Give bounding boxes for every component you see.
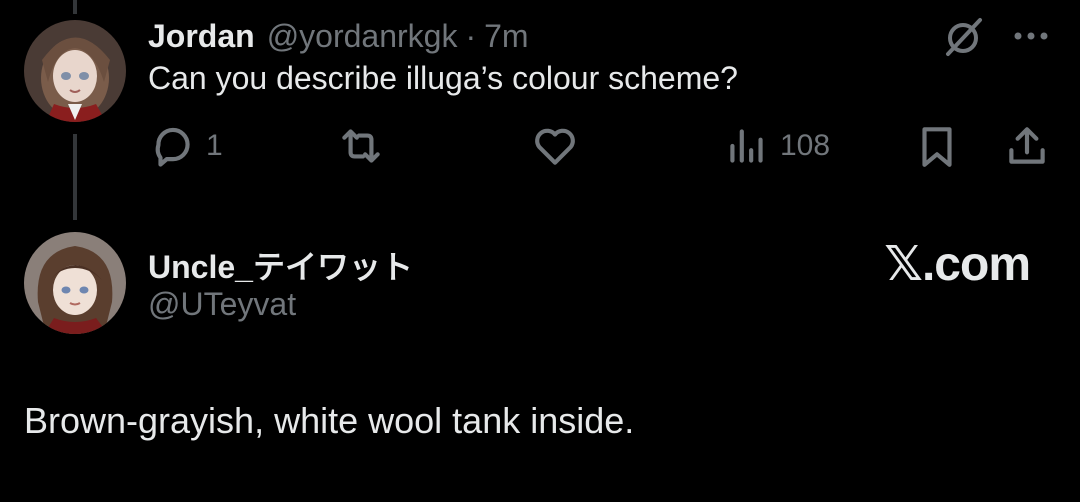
bookmark-icon	[922, 127, 952, 167]
share-icon	[1009, 127, 1045, 164]
repost-button[interactable]	[336, 120, 394, 172]
author-handle[interactable]: @UTeyvat	[148, 286, 296, 323]
tweet-1-text: Can you describe illuga’s colour scheme?	[148, 60, 738, 96]
avatar-image	[24, 232, 126, 334]
separator-dot: ·	[465, 17, 477, 54]
like-button[interactable]	[530, 120, 588, 172]
views-count: 108	[780, 129, 831, 162]
timestamp[interactable]: 7m	[484, 18, 528, 55]
thread-line-top	[73, 0, 77, 14]
author-handle[interactable]: @yordanrkgk	[267, 18, 458, 55]
avatar-image	[24, 20, 126, 122]
thread-connector-line	[73, 134, 77, 220]
more-options-icon[interactable]	[1010, 22, 1052, 50]
heart-icon	[535, 128, 575, 165]
tweet-1-action-bar: 1 108	[148, 120, 1058, 172]
author-name[interactable]: Jordan	[148, 18, 255, 55]
x-com-watermark: 𝕏.com	[884, 238, 1031, 291]
views-icon	[730, 129, 763, 163]
tweet-2-text: Brown-grayish, white wool tank inside.	[24, 400, 635, 441]
reply-count: 1	[206, 129, 223, 162]
grok-icon[interactable]	[940, 14, 986, 60]
author-name[interactable]: Uncle_テイワット	[148, 242, 413, 288]
tweet-1-header: Jordan @yordanrkgk · 7m	[148, 14, 529, 58]
reply-button[interactable]: 1	[148, 120, 223, 172]
share-button[interactable]	[1002, 120, 1052, 172]
reply-icon	[155, 127, 190, 167]
avatar-uncle-teyvat[interactable]	[24, 232, 126, 334]
avatar-jordan[interactable]	[24, 20, 126, 122]
views-button[interactable]: 108	[722, 120, 830, 172]
bookmark-button[interactable]	[912, 120, 962, 172]
repost-icon	[342, 129, 380, 163]
